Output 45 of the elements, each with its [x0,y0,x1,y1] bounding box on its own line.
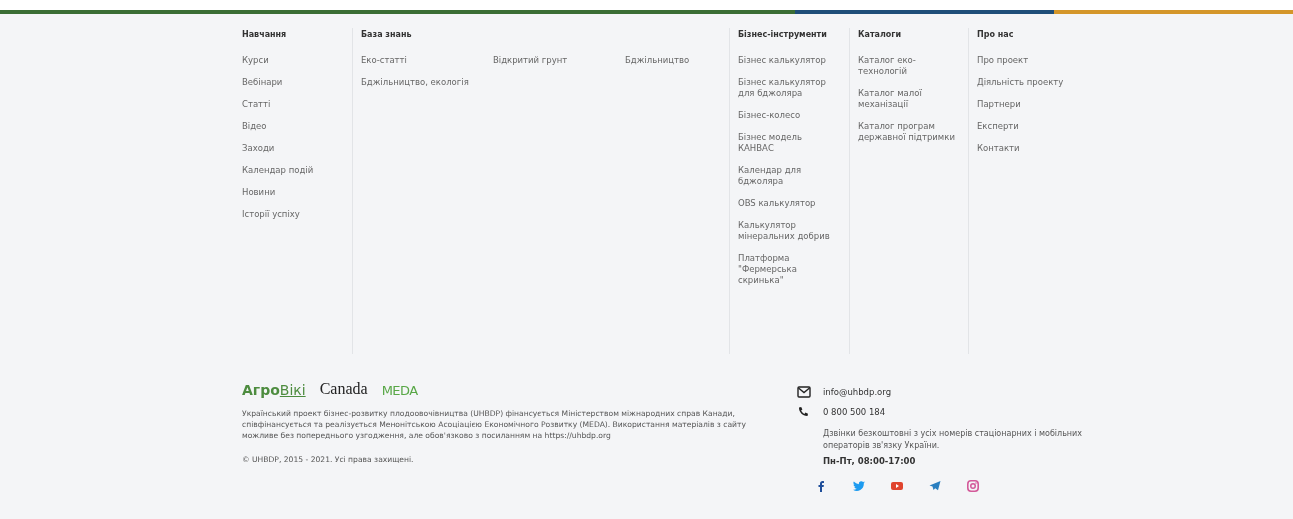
youtube-icon[interactable] [891,480,903,492]
footer-link[interactable]: Календар для бджоляра [738,165,838,187]
footer-link[interactable]: Платформа "Фермерська скринька" [738,253,838,286]
footer-link[interactable]: Відео [242,121,342,132]
footer-link[interactable]: Про проект [977,55,1077,66]
footer-link[interactable]: Календар подій [242,165,342,176]
footer-link[interactable]: Бджільництво, екологія [361,77,482,88]
footer-link[interactable]: Калькулятор мінеральних добрив [738,220,838,242]
column-heading: Бізнес-інструменти [738,30,828,39]
phone-number[interactable]: 0 800 500 184 [823,407,886,417]
footer-link[interactable]: Бізнес калькулятор для бджоляра [738,77,838,99]
footer-link[interactable]: Статті [242,99,342,110]
footer-link[interactable]: OBS калькулятор [738,198,838,209]
footer-link[interactable]: Каталог еко-технологій [858,55,958,77]
footer-link[interactable]: Вебінари [242,77,342,88]
instagram-icon[interactable] [967,480,979,492]
phone-icon [797,406,811,418]
column-heading: Навчання [242,30,288,39]
footer-link[interactable]: Історії успіху [242,209,342,220]
twitter-icon[interactable] [853,480,865,492]
footer-link[interactable]: Новини [242,187,342,198]
footer-link[interactable]: Бізнес модель КАНВАС [738,132,838,154]
column-heading: База знань [361,30,413,39]
footer-link[interactable]: Партнери [977,99,1077,110]
footer-link[interactable]: Відкритий грунт [493,55,614,66]
meda-logo: MEDA [381,383,418,398]
footer-link[interactable]: Курси [242,55,342,66]
footer-link[interactable]: Експерти [977,121,1077,132]
mail-icon [797,386,811,398]
telegram-icon[interactable] [929,480,941,492]
footer-link[interactable]: Бізнес калькулятор [738,55,838,66]
canada-logo: Canada [319,380,368,398]
email-link[interactable]: info@uhbdp.org [823,387,892,397]
footer-link[interactable]: Еко-статті [361,55,482,66]
agrowiki-logo[interactable]: АгроВікі [242,382,306,398]
column-heading: Каталоги [858,30,903,39]
footer-link[interactable]: Діяльність проекту [977,77,1077,88]
footer-link[interactable]: Каталог малої механізації [858,88,958,110]
call-note: Дзвінки безкоштовні з усіх номерів стаціонарних і мобільних операторів зв'язку України. [823,428,1084,452]
column-heading: Про нас [977,30,1015,39]
footer-link[interactable]: Заходи [242,143,342,154]
footer-link[interactable]: Каталог програм державної підтримки [858,121,958,143]
working-hours: Пн-Пт, 08:00-17:00 [823,456,917,466]
footer-link[interactable]: Бізнес-колесо [738,110,838,121]
footer-link[interactable]: Контакти [977,143,1077,154]
